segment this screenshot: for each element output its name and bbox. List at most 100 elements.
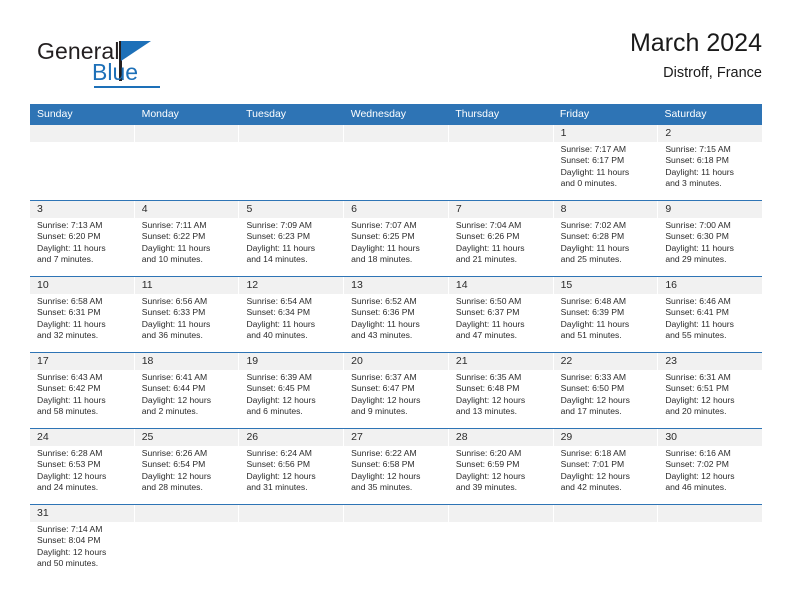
day-number: 13	[351, 279, 363, 291]
day-number	[142, 505, 232, 522]
day-info-line: and 50 minutes.	[37, 558, 99, 569]
day-cell-12[interactable]: 12 Sunrise: 6:54 AM Sunset: 6:34 PM Dayligh…	[239, 277, 345, 352]
day-cell-23[interactable]: 23 Sunrise: 6:31 AM Sunset: 6:51 PM Dayligh…	[658, 353, 762, 428]
day-number	[246, 125, 336, 142]
generalblue-logo[interactable]: General Blue	[37, 38, 217, 94]
day-sun-info: Sunrise: 6:24 AM Sunset: 6:56 PM Daylight:…	[246, 448, 336, 494]
day-cell-16[interactable]: 16 Sunrise: 6:46 AM Sunset: 6:41 PM Dayligh…	[658, 277, 762, 352]
day-cell-26[interactable]: 26 Sunrise: 6:24 AM Sunset: 6:56 PM Dayligh…	[239, 429, 345, 504]
day-info-line: Daylight: 12 hours	[455, 470, 526, 481]
day-number	[665, 505, 755, 522]
day-number	[142, 125, 232, 142]
day-info-line: Sunrise: 6:20 AM	[455, 448, 522, 458]
day-info-line: Daylight: 11 hours	[455, 318, 525, 329]
day-info-line: Sunset: 6:26 PM	[455, 231, 520, 242]
day-cell-empty	[30, 125, 135, 200]
day-sun-info: Sunrise: 6:33 AM Sunset: 6:50 PM Daylight:…	[561, 372, 651, 418]
day-info-line: Sunrise: 6:50 AM	[455, 296, 522, 306]
day-sun-info: Sunrise: 7:13 AM Sunset: 6:20 PM Daylight:…	[37, 220, 127, 266]
day-info-line: Sunrise: 6:28 AM	[37, 448, 103, 458]
day-number: 22	[560, 355, 573, 367]
day-number: 10	[37, 279, 49, 291]
day-sun-info: Sunrise: 6:16 AM Sunset: 7:02 PM Daylight:…	[665, 448, 755, 494]
day-cell-14[interactable]: 14 Sunrise: 6:50 AM Sunset: 6:37 PM Dayligh…	[449, 277, 554, 352]
day-sun-info: Sunrise: 7:09 AM Sunset: 6:23 PM Daylight:…	[246, 220, 336, 266]
day-cell-empty	[135, 505, 240, 587]
day-cell-15[interactable]: 15 Sunrise: 6:48 AM Sunset: 6:39 PM Dayligh…	[554, 277, 659, 352]
page-title: March 2024	[629, 29, 762, 57]
day-cell-5[interactable]: 5 Sunrise: 7:09 AM Sunset: 6:23 PM Daylight…	[239, 201, 345, 276]
day-cell-21[interactable]: 21 Sunrise: 6:35 AM Sunset: 6:48 PM Dayligh…	[449, 353, 554, 428]
day-info-line: and 29 minutes.	[665, 254, 727, 265]
day-sun-info: Sunrise: 6:56 AM Sunset: 6:33 PM Daylight:…	[142, 296, 232, 342]
day-info-line: Sunrise: 6:24 AM	[246, 448, 312, 458]
day-cell-27[interactable]: 27 Sunrise: 6:22 AM Sunset: 6:58 PM Dayligh…	[344, 429, 449, 504]
day-info-line: Daylight: 11 hours	[37, 318, 106, 329]
day-info-line: and 42 minutes.	[560, 482, 622, 493]
day-cell-22[interactable]: 22 Sunrise: 6:33 AM Sunset: 6:50 PM Dayligh…	[554, 353, 659, 428]
day-info-line: Daylight: 11 hours	[246, 318, 316, 329]
day-cell-29[interactable]: 29 Sunrise: 6:18 AM Sunset: 7:01 PM Dayligh…	[554, 429, 659, 504]
weekday-header-saturday: Saturday	[664, 108, 707, 120]
day-info-line: Daylight: 11 hours	[141, 318, 211, 329]
day-number: 6	[351, 203, 357, 215]
page-subtitle: Distroff, France	[663, 65, 762, 81]
day-cell-20[interactable]: 20 Sunrise: 6:37 AM Sunset: 6:47 PM Dayligh…	[344, 353, 449, 428]
day-info-line: Sunset: 6:50 PM	[560, 383, 625, 394]
day-info-line: Sunset: 6:34 PM	[246, 307, 310, 318]
day-info-line: Sunrise: 6:58 AM	[37, 296, 103, 306]
title-block: March 2024 Distroff, France	[630, 28, 762, 84]
day-cell-3[interactable]: 3 Sunrise: 7:13 AM Sunset: 6:20 PM Daylight…	[30, 201, 135, 276]
day-info-line: and 2 minutes.	[141, 406, 199, 417]
day-info-line: and 14 minutes.	[246, 254, 308, 265]
day-cell-31[interactable]: 31 Sunrise: 7:14 AM Sunset: 8:04 PM Dayligh…	[30, 505, 135, 587]
day-cell-28[interactable]: 28 Sunrise: 6:20 AM Sunset: 6:59 PM Dayligh…	[449, 429, 554, 504]
day-info-line: Sunrise: 7:13 AM	[37, 220, 103, 230]
day-cell-30[interactable]: 30 Sunrise: 6:16 AM Sunset: 7:02 PM Dayligh…	[658, 429, 762, 504]
day-info-line: Daylight: 12 hours	[560, 394, 630, 405]
day-sun-info: Sunrise: 6:52 AM Sunset: 6:36 PM Daylight:…	[351, 296, 441, 342]
day-cell-24[interactable]: 24 Sunrise: 6:28 AM Sunset: 6:53 PM Dayligh…	[30, 429, 135, 504]
day-number	[37, 125, 127, 142]
day-number: 12	[246, 279, 259, 291]
day-cell-1[interactable]: 1 Sunrise: 7:17 AM Sunset: 6:17 PM Daylight…	[554, 125, 659, 200]
day-sun-info: Sunrise: 7:15 AM Sunset: 6:18 PM Daylight:…	[665, 144, 755, 190]
day-info-line: Daylight: 12 hours	[246, 470, 316, 481]
day-cell-17[interactable]: 17 Sunrise: 6:43 AM Sunset: 6:42 PM Dayligh…	[30, 353, 135, 428]
day-cell-13[interactable]: 13 Sunrise: 6:52 AM Sunset: 6:36 PM Dayligh…	[344, 277, 449, 352]
day-cell-7[interactable]: 7 Sunrise: 7:04 AM Sunset: 6:26 PM Daylight…	[449, 201, 554, 276]
day-info-line: Daylight: 12 hours	[37, 546, 107, 557]
day-info-line: Sunset: 7:02 PM	[665, 459, 729, 470]
day-number: 25	[141, 431, 154, 443]
day-info-line: Sunset: 6:36 PM	[351, 307, 415, 318]
day-info-line: Daylight: 11 hours	[665, 242, 734, 253]
day-number: 31	[37, 507, 49, 519]
day-info-line: Daylight: 12 hours	[141, 394, 211, 405]
day-cell-11[interactable]: 11 Sunrise: 6:56 AM Sunset: 6:33 PM Dayligh…	[135, 277, 240, 352]
day-cell-25[interactable]: 25 Sunrise: 6:26 AM Sunset: 6:54 PM Dayligh…	[135, 429, 240, 504]
weekday-header-tuesday: Tuesday	[246, 108, 287, 120]
day-cell-9[interactable]: 9 Sunrise: 7:00 AM Sunset: 6:30 PM Daylight…	[658, 201, 762, 276]
day-info-line: Sunrise: 6:54 AM	[246, 296, 312, 306]
day-cell-8[interactable]: 8 Sunrise: 7:02 AM Sunset: 6:28 PM Daylight…	[554, 201, 659, 276]
day-info-line: Daylight: 12 hours	[665, 470, 735, 481]
day-number: 26	[246, 431, 259, 443]
day-cell-19[interactable]: 19 Sunrise: 6:39 AM Sunset: 6:45 PM Dayligh…	[239, 353, 345, 428]
day-cell-empty	[239, 125, 345, 200]
day-info-line: Sunset: 6:20 PM	[37, 231, 101, 242]
day-cell-6[interactable]: 6 Sunrise: 7:07 AM Sunset: 6:25 PM Daylight…	[344, 201, 449, 276]
calendar-grid: Sunday Monday Tuesday Wednesday Thursday Frid…	[30, 104, 762, 587]
day-number: 1	[560, 127, 567, 139]
day-info-line: Sunrise: 6:52 AM	[351, 296, 417, 306]
day-cell-10[interactable]: 10 Sunrise: 6:58 AM Sunset: 6:31 PM Dayligh…	[30, 277, 135, 352]
day-cell-2[interactable]: 2 Sunrise: 7:15 AM Sunset: 6:18 PM Daylight…	[658, 125, 762, 200]
day-info-line: Sunrise: 6:43 AM	[37, 372, 103, 382]
day-cell-4[interactable]: 4 Sunrise: 7:11 AM Sunset: 6:22 PM Daylight…	[135, 201, 240, 276]
day-number: 5	[246, 203, 253, 215]
day-info-line: and 51 minutes.	[560, 330, 622, 341]
day-number: 21	[455, 355, 468, 367]
day-cell-empty	[239, 505, 345, 587]
day-cell-18[interactable]: 18 Sunrise: 6:41 AM Sunset: 6:44 PM Dayligh…	[135, 353, 240, 428]
day-info-line: Sunrise: 7:09 AM	[246, 220, 312, 230]
day-sun-info: Sunrise: 7:02 AM Sunset: 6:28 PM Daylight:…	[561, 220, 651, 266]
